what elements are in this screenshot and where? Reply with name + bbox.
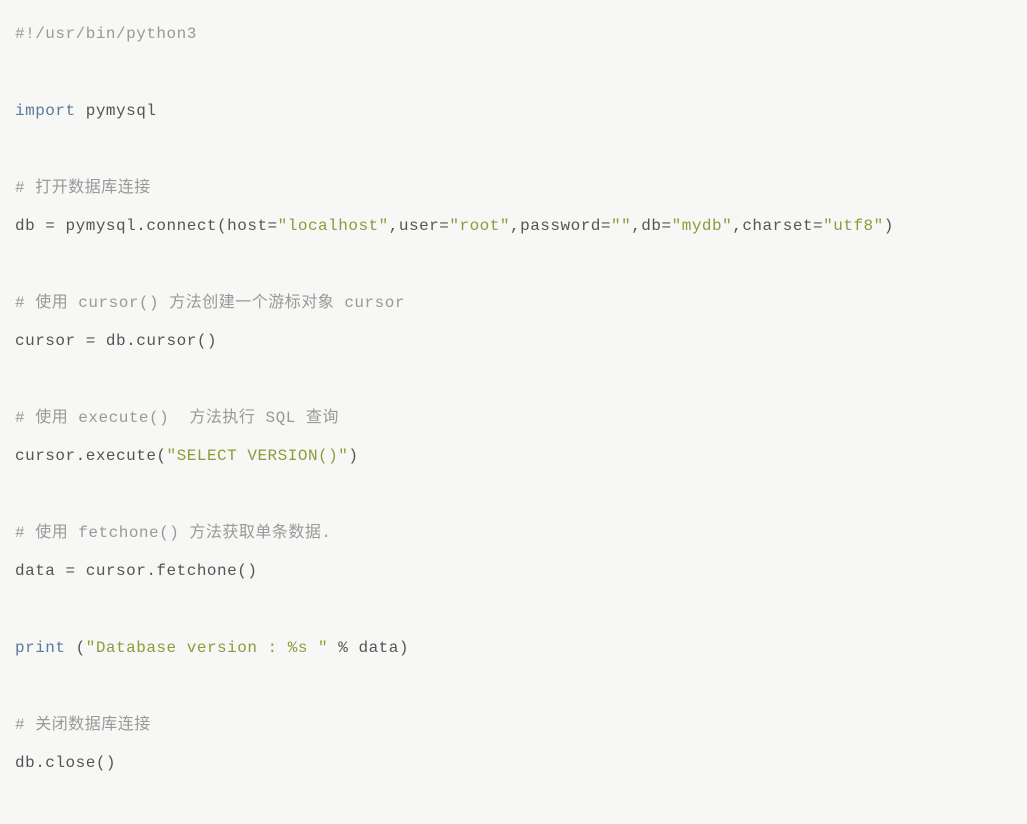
code-text: ( — [66, 639, 86, 657]
code-text: ,password= — [510, 217, 611, 235]
code-line-comment: # 使用 cursor() 方法创建一个游标对象 cursor — [15, 284, 1012, 322]
string-text: "root" — [449, 217, 510, 235]
string-text: "localhost" — [278, 217, 389, 235]
string-text: "SELECT VERSION()" — [167, 447, 349, 465]
blank-line — [15, 591, 1012, 629]
comment-text: # 使用 execute() 方法执行 SQL 查询 — [15, 409, 339, 427]
code-line-comment: # 使用 fetchone() 方法获取单条数据. — [15, 514, 1012, 552]
comment-text: #!/usr/bin/python3 — [15, 25, 197, 43]
blank-line — [15, 130, 1012, 168]
blank-line — [15, 53, 1012, 91]
code-line-print: print ("Database version : %s " % data) — [15, 629, 1012, 667]
code-text: ,db= — [631, 217, 671, 235]
string-text: "mydb" — [672, 217, 733, 235]
code-text: pymysql — [76, 102, 157, 120]
code-text: cursor.execute( — [15, 447, 167, 465]
keyword-text: import — [15, 102, 76, 120]
code-line-execute: cursor.execute("SELECT VERSION()") — [15, 437, 1012, 475]
blank-line — [15, 476, 1012, 514]
code-line-cursor: cursor = db.cursor() — [15, 322, 1012, 360]
code-text: ) — [884, 217, 894, 235]
code-text: db = pymysql.connect(host= — [15, 217, 278, 235]
code-line-shebang: #!/usr/bin/python3 — [15, 15, 1012, 53]
keyword-text: print — [15, 639, 66, 657]
comment-text: # 打开数据库连接 — [15, 179, 151, 197]
code-line-connect: db = pymysql.connect(host="localhost",us… — [15, 207, 1012, 245]
string-text: "Database version : %s " — [86, 639, 328, 657]
blank-line — [15, 361, 1012, 399]
comment-text: # 使用 fetchone() 方法获取单条数据. — [15, 524, 332, 542]
string-text: "" — [611, 217, 631, 235]
comment-text: # 关闭数据库连接 — [15, 716, 151, 734]
code-text: db.close() — [15, 754, 116, 772]
code-text: ) — [348, 447, 358, 465]
code-line-close: db.close() — [15, 744, 1012, 782]
code-line-comment: # 使用 execute() 方法执行 SQL 查询 — [15, 399, 1012, 437]
comment-text: # 使用 cursor() 方法创建一个游标对象 cursor — [15, 294, 405, 312]
code-line-comment: # 关闭数据库连接 — [15, 706, 1012, 744]
blank-line — [15, 668, 1012, 706]
code-block: #!/usr/bin/python3 import pymysql # 打开数据… — [15, 15, 1012, 783]
string-text: "utf8" — [823, 217, 884, 235]
code-line-comment: # 打开数据库连接 — [15, 169, 1012, 207]
code-text: ,user= — [389, 217, 450, 235]
code-text: data = cursor.fetchone() — [15, 562, 257, 580]
blank-line — [15, 245, 1012, 283]
code-text: ,charset= — [732, 217, 823, 235]
code-line-import: import pymysql — [15, 92, 1012, 130]
code-text: cursor = db.cursor() — [15, 332, 217, 350]
code-line-fetchone: data = cursor.fetchone() — [15, 552, 1012, 590]
code-text: % data) — [328, 639, 409, 657]
